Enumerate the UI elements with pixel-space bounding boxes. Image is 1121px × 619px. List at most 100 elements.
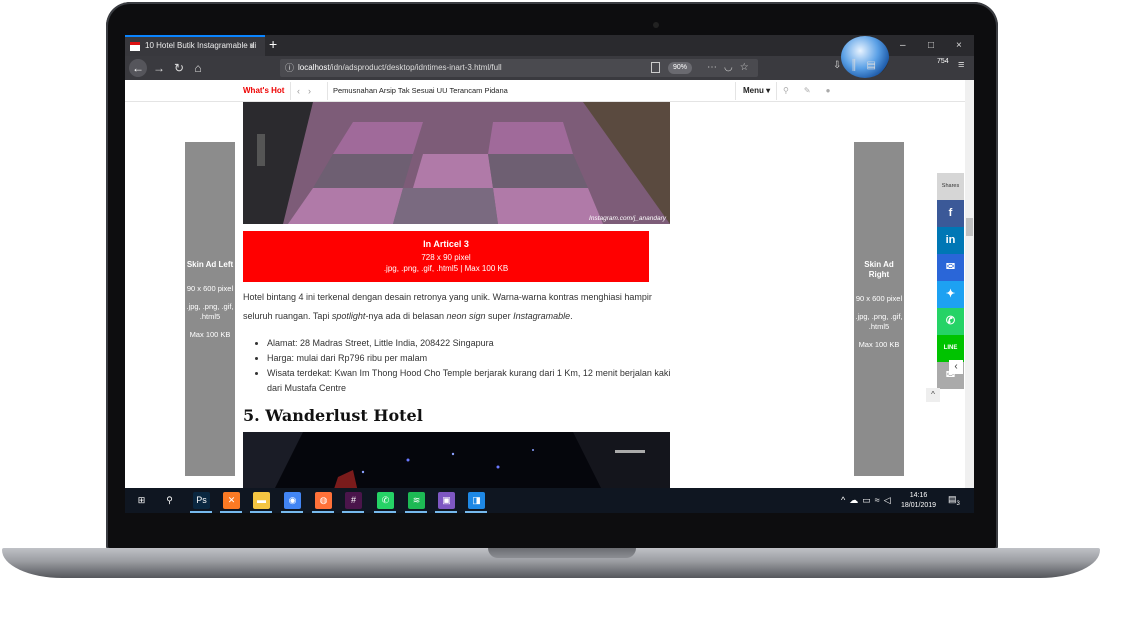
search-taskbar-icon[interactable]: ⚲ — [161, 492, 178, 509]
active-app-indicator — [250, 511, 272, 513]
pencil-icon[interactable]: ✎ — [804, 86, 826, 95]
clock-date: 18/01/2019 — [901, 502, 937, 509]
photoshop-icon[interactable]: Ps — [193, 492, 210, 509]
user-icon[interactable]: ● — [826, 86, 846, 95]
clock-time: 14:16 — [909, 492, 928, 499]
skin-ad-title: Skin Ad Right — [864, 260, 894, 279]
clock[interactable]: 14:16 18/01/2019 — [901, 491, 936, 511]
search-icon[interactable]: ⚲ — [783, 86, 804, 95]
info-icon[interactable]: ⓘ — [285, 59, 294, 77]
app-icon[interactable]: ◨ — [468, 492, 485, 509]
battery-icon[interactable]: ▭ — [862, 495, 875, 505]
xampp-icon[interactable]: ✕ — [223, 492, 240, 509]
minimize-button[interactable]: – — [900, 35, 906, 56]
forward-icon[interactable]: → — [150, 59, 168, 77]
reader-icon[interactable] — [651, 62, 660, 73]
list-item: Alamat: 28 Madras Street, Little India, … — [267, 336, 675, 351]
skin-ad-title: Skin Ad Left — [186, 260, 234, 269]
zoom-indicator[interactable]: 90% — [668, 62, 693, 74]
tab-title: 10 Hotel Butik Instagramable di — [145, 41, 257, 50]
close-window-button[interactable]: × — [956, 35, 962, 56]
scroll-thumb[interactable] — [966, 218, 973, 236]
line-icon[interactable]: LINE — [937, 335, 964, 362]
url-actions: ⋯◡☆ — [707, 59, 756, 77]
bookmark-star-icon[interactable]: ☆ — [740, 62, 756, 73]
notification-icon[interactable]: ▤3 — [948, 494, 960, 507]
skin-ad-formats: .jpg, .png, .gif, .html5 — [186, 302, 234, 321]
url-path: /idn/adsproduct/desktop/idntimes-inart-3… — [329, 63, 502, 72]
library-icon[interactable]: ║ — [850, 60, 866, 71]
skin-ad-max: Max 100 KB — [858, 340, 900, 349]
headline-arrows: ‹› — [297, 80, 319, 102]
next-headline-button[interactable]: › — [308, 86, 319, 96]
messenger-icon[interactable]: ✉ — [937, 254, 964, 281]
laptop-notch — [488, 548, 636, 558]
slack-icon[interactable]: # — [345, 492, 362, 509]
list-item: Harga: mulai dari Rp796 ribu per malam — [267, 351, 675, 366]
tab-close-button[interactable]: × — [249, 37, 255, 56]
whatsapp-icon[interactable]: ✆ — [937, 308, 964, 335]
divider — [327, 82, 328, 100]
divider — [776, 82, 777, 100]
wifi-icon[interactable]: ≈ — [875, 495, 884, 505]
file-explorer-icon[interactable]: ▬ — [253, 492, 270, 509]
facebook-icon[interactable]: f — [937, 200, 964, 227]
active-app-indicator — [312, 511, 334, 513]
home-icon[interactable]: ⌂ — [189, 59, 207, 77]
system-tray: ^☁▭≈◁ — [841, 488, 895, 513]
shares-label: Shares — [937, 173, 964, 200]
whats-hot-label: What's Hot — [243, 86, 285, 95]
favicon-icon — [130, 42, 140, 51]
reload-icon[interactable]: ↻ — [170, 59, 188, 77]
url-host: localhost — [298, 63, 330, 72]
twitter-icon[interactable]: ✦ — [937, 281, 964, 308]
article-paragraph: Hotel bintang 4 ini terkenal dengan desa… — [243, 292, 652, 321]
menu-icon[interactable]: ≡ — [958, 59, 964, 71]
scroll-to-top-button[interactable]: ^ — [926, 388, 940, 402]
active-app-indicator — [281, 511, 303, 513]
in-article-ad[interactable]: In Articel 3 728 x 90 pixel .jpg, .png, … — [243, 231, 649, 282]
download-icon[interactable]: ⇩ — [833, 60, 850, 71]
show-hidden-icon[interactable]: ^ — [841, 495, 849, 505]
divider — [735, 82, 736, 100]
volume-icon[interactable]: ◁ — [884, 495, 895, 505]
chrome-icon[interactable]: ◉ — [284, 492, 301, 509]
hot-headline-link[interactable]: Pemusnahan Arsip Tak Sesuai UU Terancam … — [333, 80, 508, 102]
back-icon[interactable]: ← — [129, 59, 147, 77]
spotify-icon[interactable]: ≋ — [408, 492, 425, 509]
page-scrollbar[interactable] — [965, 80, 974, 488]
skin-ad-size: 90 x 600 pixel — [186, 284, 234, 293]
whatsapp-taskbar-icon[interactable]: ✆ — [377, 492, 394, 509]
skin-ad-right[interactable]: Skin Ad Right 90 x 600 pixel .jpg, .png,… — [854, 142, 904, 476]
active-app-indicator — [190, 511, 212, 513]
toolbar-icons: ⇩║▤ — [833, 60, 885, 71]
start-icon[interactable]: ⊞ — [133, 492, 150, 509]
firefox-icon[interactable]: ◍ — [315, 492, 332, 509]
more-icon[interactable]: ⋯ — [707, 62, 724, 73]
linkedin-icon[interactable]: in — [937, 227, 964, 254]
new-tab-button[interactable]: + — [269, 35, 277, 54]
maximize-button[interactable]: □ — [928, 35, 934, 56]
browser-tab[interactable]: 10 Hotel Butik Instagramable di × — [125, 35, 265, 56]
menu-button[interactable]: Menu ▾ — [743, 80, 770, 102]
prev-headline-button[interactable]: ‹ — [297, 86, 308, 96]
screen: 10 Hotel Butik Instagramable di × + – □ … — [125, 35, 974, 513]
sidebar-icon[interactable]: ▤ — [866, 60, 884, 71]
photo-credit[interactable]: Instagram.com/j_anandary — [589, 215, 666, 222]
skin-ad-left[interactable]: Skin Ad Left 90 x 600 pixel .jpg, .png, … — [185, 142, 235, 476]
lobby-image — [243, 432, 670, 492]
notepad-icon[interactable]: ▣ — [438, 492, 455, 509]
share-bar: Shares f in ✉ ✦ ✆ LINE ✉ — [937, 173, 964, 389]
active-app-indicator — [465, 511, 487, 513]
skin-ad-size: 90 x 600 pixel — [855, 294, 903, 303]
webcam — [653, 22, 659, 28]
pocket-icon[interactable]: ◡ — [724, 62, 740, 73]
cloud-icon[interactable]: ☁ — [849, 495, 862, 505]
divider — [290, 82, 291, 100]
in-article-title: In Articel 3 — [423, 239, 469, 249]
active-app-indicator — [220, 511, 242, 513]
url-bar[interactable]: ⓘ localhost/idn/adsproduct/desktop/idnti… — [280, 59, 758, 77]
windows-taskbar: ⊞ ⚲ Ps ✕ ▬ ◉ ◍ # ✆ ≋ ▣ ◨ ^☁▭≈◁ 14:16 18/01/2019 ▤3 — [125, 488, 974, 513]
share-collapse-button[interactable]: ‹ — [949, 360, 963, 374]
hotel-lobby-photo — [243, 432, 670, 492]
